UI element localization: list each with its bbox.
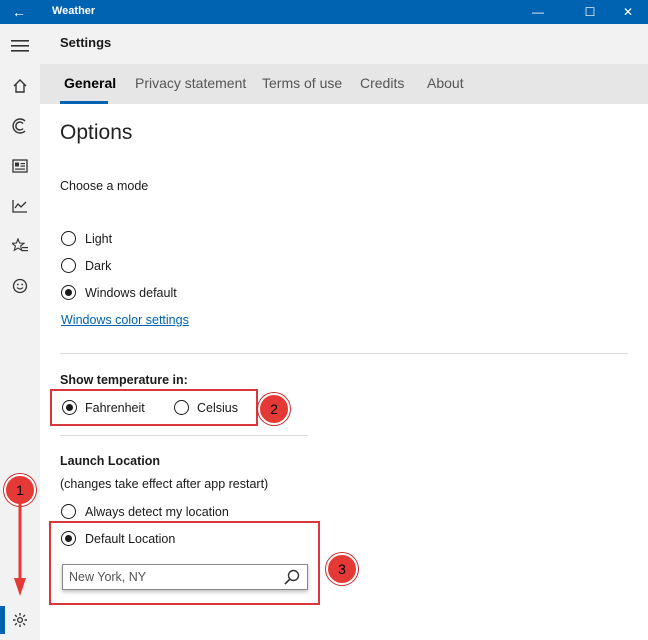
tab-privacy-statement[interactable]: Privacy statement <box>135 75 246 91</box>
home-icon[interactable] <box>10 76 30 96</box>
back-button[interactable]: ← <box>10 3 28 21</box>
radio-always-detect[interactable] <box>61 504 76 519</box>
tab-bar: General Privacy statement Terms of use C… <box>40 64 648 104</box>
annotation-box-location <box>49 521 320 605</box>
tab-general[interactable]: General <box>64 75 116 91</box>
launch-location-label: Launch Location <box>60 454 160 468</box>
historical-icon[interactable] <box>10 196 30 216</box>
radio-dark[interactable] <box>61 258 76 273</box>
annotation-badge-3: 3 <box>326 553 358 585</box>
tab-terms-of-use[interactable]: Terms of use <box>262 75 342 91</box>
radio-windows-default[interactable] <box>61 285 76 300</box>
tab-about[interactable]: About <box>427 75 464 91</box>
radio-dark-label[interactable]: Dark <box>85 259 111 273</box>
app-title: Weather <box>52 5 96 17</box>
page-header: Settings <box>40 24 648 64</box>
favorites-icon[interactable] <box>10 236 30 256</box>
radio-always-detect-label[interactable]: Always detect my location <box>85 505 229 519</box>
sidebar-selection-indicator <box>0 606 5 634</box>
annotation-arrow-down-icon <box>14 500 26 596</box>
settings-icon[interactable] <box>10 610 30 630</box>
close-button[interactable]: ✕ <box>606 0 648 24</box>
radio-light-label[interactable]: Light <box>85 232 112 246</box>
minimize-button[interactable]: — <box>516 0 560 24</box>
menu-icon[interactable] <box>10 36 30 56</box>
news-icon[interactable] <box>10 156 30 176</box>
windows-color-settings-link[interactable]: Windows color settings <box>61 313 189 327</box>
annotation-box-temperature <box>50 389 258 426</box>
forecast-icon[interactable] <box>10 116 30 136</box>
page-title: Settings <box>60 35 112 50</box>
temperature-label: Show temperature in: <box>60 373 188 387</box>
divider <box>60 353 628 354</box>
feedback-icon[interactable] <box>10 276 30 296</box>
tab-credits[interactable]: Credits <box>360 75 404 91</box>
launch-location-note: (changes take effect after app restart) <box>60 477 269 491</box>
mode-label: Choose a mode <box>60 179 149 193</box>
section-title-options: Options <box>60 121 133 144</box>
radio-light[interactable] <box>61 231 76 246</box>
radio-windows-default-label[interactable]: Windows default <box>85 286 177 300</box>
annotation-badge-2: 2 <box>258 393 290 425</box>
title-bar: ← Weather — ☐ ✕ <box>0 0 648 24</box>
divider <box>60 435 308 436</box>
